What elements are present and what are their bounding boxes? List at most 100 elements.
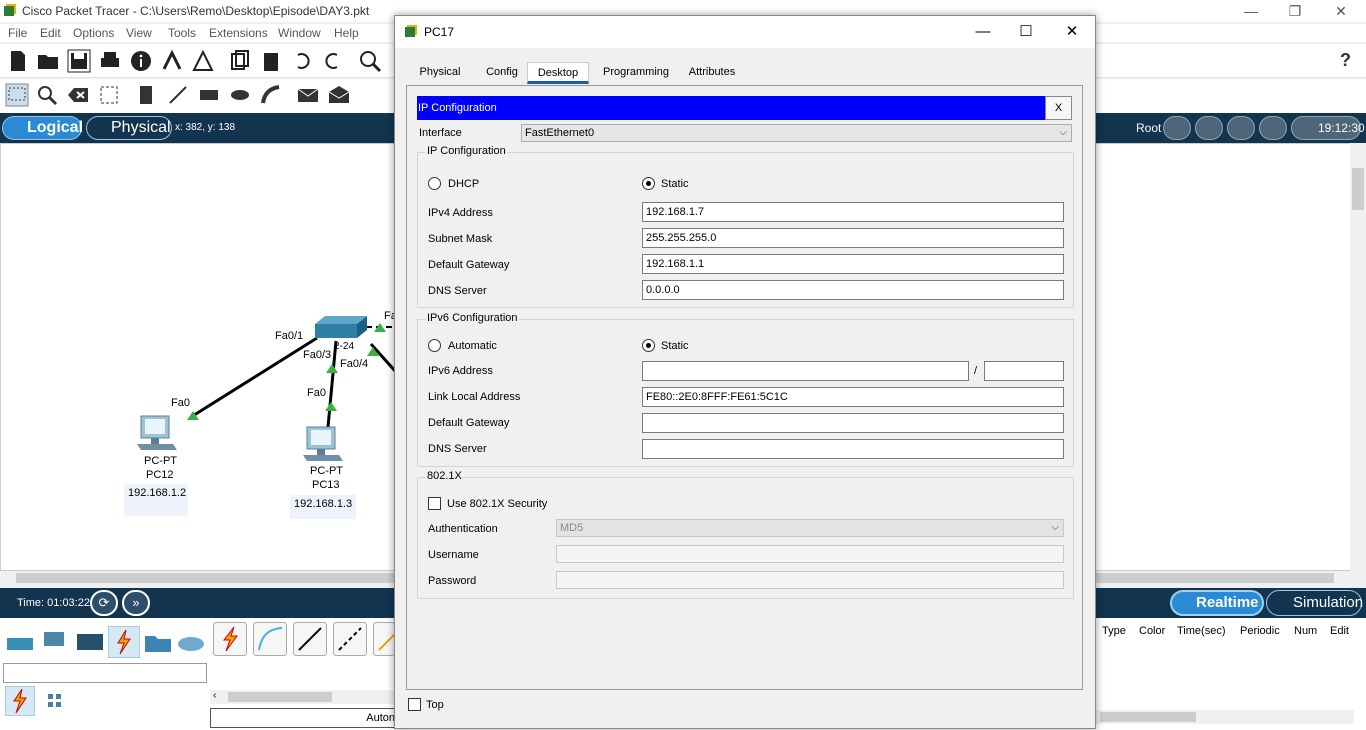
fast-forward-icon[interactable]: » xyxy=(122,590,150,616)
static-ipv6-radio[interactable] xyxy=(642,339,655,352)
freeform-icon[interactable] xyxy=(259,83,283,107)
multiuser-icon[interactable] xyxy=(176,628,206,656)
undo-icon[interactable] xyxy=(290,49,314,73)
miscellaneous-icon[interactable] xyxy=(143,628,173,656)
dialog-close-button[interactable]: ✕ xyxy=(1057,23,1087,41)
restore-button[interactable]: ❐ xyxy=(1280,2,1310,20)
authentication-select[interactable]: MD5 ⌵ xyxy=(556,519,1064,537)
switch-icon[interactable] xyxy=(315,314,367,342)
connections-icon[interactable] xyxy=(108,626,140,658)
ipv6-address-label: IPv6 Address xyxy=(428,365,493,377)
print-icon[interactable] xyxy=(98,49,122,73)
new-cluster-icon[interactable] xyxy=(1195,116,1223,140)
menu-edit[interactable]: Edit xyxy=(40,26,61,40)
physical-view-button[interactable]: Physical xyxy=(86,116,172,140)
copy-icon[interactable] xyxy=(228,49,252,73)
tab-attributes[interactable]: Attributes xyxy=(679,62,745,84)
draw-rectangle-icon[interactable] xyxy=(197,83,221,107)
dns-server-input[interactable]: 0.0.0.0 xyxy=(642,280,1064,300)
top-checkbox[interactable] xyxy=(408,698,421,711)
move-object-icon[interactable] xyxy=(1227,116,1255,140)
username-input[interactable] xyxy=(556,545,1064,563)
tab-desktop[interactable]: Desktop xyxy=(527,62,589,84)
close-app-button[interactable]: ✕ xyxy=(1326,2,1356,20)
menu-extensions[interactable]: Extensions xyxy=(209,26,268,40)
inspect-icon[interactable] xyxy=(35,83,59,107)
help-icon[interactable]: ? xyxy=(1340,50,1351,71)
delete-icon[interactable] xyxy=(66,83,90,107)
back-icon[interactable] xyxy=(1163,116,1191,140)
pdu-col-time: Time(sec) xyxy=(1177,625,1226,637)
redo-icon[interactable] xyxy=(321,49,345,73)
components-icon[interactable] xyxy=(75,628,105,656)
resize-shape-icon[interactable] xyxy=(97,83,121,107)
menu-tools[interactable]: Tools xyxy=(168,26,196,40)
subnet-mask-input[interactable]: 255.255.255.0 xyxy=(642,228,1064,248)
connections-subtype-icon[interactable] xyxy=(5,686,35,716)
open-folder-icon[interactable] xyxy=(36,49,60,73)
menu-options[interactable]: Options xyxy=(73,26,114,40)
ipv6-prefix-input[interactable] xyxy=(984,361,1064,381)
automatic-radio[interactable] xyxy=(428,339,441,352)
menu-window[interactable]: Window xyxy=(278,26,321,40)
menu-view[interactable]: View xyxy=(126,26,152,40)
ipv4-address-input[interactable]: 192.168.1.7 xyxy=(642,202,1064,222)
scroll-thumb[interactable] xyxy=(228,692,332,702)
tab-programming[interactable]: Programming xyxy=(595,62,671,84)
scroll-thumb[interactable] xyxy=(1100,712,1196,722)
dialog-minimize-button[interactable]: — xyxy=(968,23,998,41)
clock: 19:12:30 xyxy=(1318,121,1365,135)
activity-wizard-icon[interactable] xyxy=(191,49,215,73)
device-search-input[interactable] xyxy=(3,663,207,683)
network-devices-icon[interactable] xyxy=(5,628,35,656)
draw-line-icon[interactable] xyxy=(166,83,190,107)
scroll-thumb[interactable] xyxy=(1352,168,1364,210)
simulation-mode-button[interactable]: Simulation xyxy=(1266,590,1363,616)
crossover-cable-icon[interactable] xyxy=(333,622,367,656)
paste-icon[interactable] xyxy=(259,49,283,73)
logical-view-button[interactable]: Logical xyxy=(2,116,83,140)
password-input[interactable] xyxy=(556,571,1064,589)
pc-icon[interactable] xyxy=(303,425,343,463)
end-devices-icon[interactable] xyxy=(40,628,70,656)
select-icon[interactable] xyxy=(5,83,29,107)
default-gateway-input[interactable]: 192.168.1.1 xyxy=(642,254,1064,274)
zoom-in-icon[interactable] xyxy=(358,49,382,73)
tab-physical[interactable]: Physical xyxy=(407,62,473,84)
note-icon[interactable] xyxy=(134,83,158,107)
info-icon[interactable] xyxy=(129,49,153,73)
console-cable-icon[interactable] xyxy=(253,622,287,656)
ipv6-address-input[interactable] xyxy=(642,361,969,381)
save-icon[interactable] xyxy=(67,49,91,73)
realtime-mode-button[interactable]: Realtime xyxy=(1170,590,1264,616)
pc-icon[interactable] xyxy=(137,414,177,452)
network-info-icon[interactable] xyxy=(160,49,184,73)
draw-ellipse-icon[interactable] xyxy=(228,83,252,107)
pdu-scrollbar[interactable] xyxy=(1096,710,1354,724)
power-cycle-devices-icon[interactable]: ⟳ xyxy=(90,590,118,616)
menu-file[interactable]: File xyxy=(8,26,27,40)
workspace-vertical-scrollbar[interactable] xyxy=(1350,143,1366,571)
automatic-connection-icon[interactable] xyxy=(213,622,247,656)
prefix-slash: / xyxy=(974,365,978,377)
set-background-icon[interactable] xyxy=(1259,116,1287,140)
link-local-address-input[interactable]: FE80::2E0:8FFF:FE61:5C1C xyxy=(642,387,1064,407)
add-simple-pdu-icon[interactable] xyxy=(296,83,320,107)
dialog-maximize-button[interactable]: ☐ xyxy=(1011,23,1041,41)
ip-config-close-button[interactable]: X xyxy=(1045,96,1072,120)
ipv6-default-gateway-input[interactable] xyxy=(642,413,1064,433)
static-ipv4-radio[interactable] xyxy=(642,177,655,190)
interface-select[interactable]: FastEthernet0 ⌵ xyxy=(521,124,1072,142)
dhcp-radio[interactable] xyxy=(428,177,441,190)
grid-view-icon[interactable] xyxy=(46,692,64,710)
use-dot1x-checkbox[interactable] xyxy=(428,497,441,510)
tab-config[interactable]: Config xyxy=(477,62,527,84)
fiber-cable-icon[interactable] xyxy=(373,622,395,656)
connections-scrollbar[interactable]: ‹ xyxy=(210,690,400,704)
straight-through-cable-icon[interactable] xyxy=(293,622,327,656)
ipv6-dns-server-input[interactable] xyxy=(642,439,1064,459)
menu-help[interactable]: Help xyxy=(334,26,359,40)
minimize-button[interactable]: — xyxy=(1236,2,1266,20)
add-complex-pdu-icon[interactable] xyxy=(327,83,351,107)
new-file-icon[interactable] xyxy=(6,49,30,73)
